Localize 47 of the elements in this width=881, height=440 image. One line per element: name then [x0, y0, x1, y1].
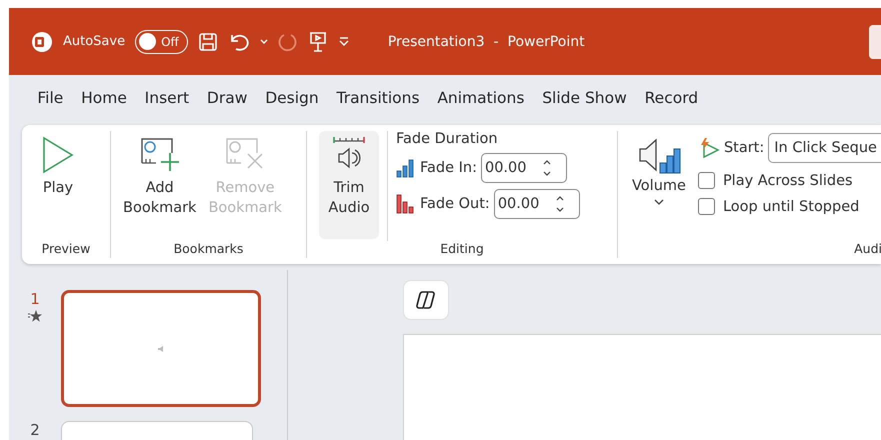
group-label: Preview: [42, 241, 90, 258]
fade-duration-label: Fade Duration: [396, 131, 499, 147]
fade-label: Fade Out:: [420, 196, 490, 212]
fade-in-icon: [396, 158, 416, 178]
ribbon-tab[interactable]: Draw: [198, 82, 256, 116]
customize-menu-icon[interactable]: [338, 36, 350, 46]
ribbon-tab[interactable]: Transitions: [328, 82, 428, 116]
add-bookmark-button[interactable]: Add Bookmark: [119, 131, 200, 239]
speaker-icon: [158, 346, 164, 352]
volume-button[interactable]: Volume: [628, 131, 690, 239]
chevron-down-icon: [654, 198, 664, 205]
start-label: Start:: [724, 140, 764, 156]
checkbox-option[interactable]: Loop until Stopped: [698, 198, 881, 215]
search-field[interactable]: [869, 24, 881, 58]
copilot-icon: [415, 290, 437, 310]
ribbon-tab[interactable]: File: [29, 82, 72, 116]
checkbox-option[interactable]: Play Across Slides: [698, 172, 881, 189]
group-label: Audi: [854, 241, 881, 258]
trim-audio-button[interactable]: Trim Audio: [319, 131, 379, 239]
chevron-down-icon[interactable]: [260, 38, 268, 44]
autosave-label: AutoSave: [63, 34, 126, 49]
duration-spinner[interactable]: 00.00: [480, 153, 567, 183]
slide-number: 1: [30, 290, 40, 308]
ribbon-tab[interactable]: Design: [256, 82, 328, 116]
fade-out-icon: [396, 193, 416, 215]
group-label: Editing: [440, 241, 484, 258]
ribbon-tab[interactable]: Record: [636, 82, 707, 116]
slide-thumbnail[interactable]: [61, 290, 261, 407]
fade-label: Fade In:: [420, 160, 477, 176]
duration-spinner[interactable]: 00.00: [494, 189, 580, 219]
duration-field[interactable]: 00.00: [498, 196, 556, 212]
ribbon-tab[interactable]: Home: [72, 82, 136, 116]
start-dropdown[interactable]: In Click Seque: [768, 133, 881, 163]
ribbon-tab[interactable]: Animations: [428, 82, 533, 116]
ribbon-tab[interactable]: Slide Show: [534, 82, 636, 116]
save-icon[interactable]: [198, 32, 218, 52]
slide-number: 2: [30, 421, 40, 439]
play-icon: [42, 135, 74, 175]
window-title: Presentation3 - PowerPoint: [388, 34, 585, 50]
app-logo-icon: [31, 30, 53, 52]
duration-field[interactable]: 00.00: [484, 160, 543, 176]
presentation-icon[interactable]: [308, 30, 328, 52]
group-label: Bookmarks: [174, 241, 244, 258]
play-button[interactable]: Play: [38, 131, 78, 239]
copilot-button[interactable]: [403, 280, 449, 320]
autosave-toggle[interactable]: Off: [135, 30, 188, 54]
ribbon-tab[interactable]: Insert: [136, 82, 198, 116]
